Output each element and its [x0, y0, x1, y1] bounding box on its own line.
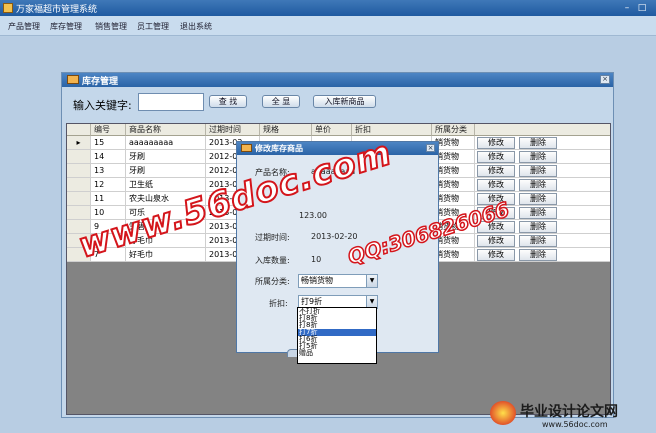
cell-actions: 修改 删除	[475, 234, 610, 248]
price-value[interactable]: 123.00	[299, 211, 327, 220]
folder-icon	[67, 75, 79, 84]
dropdown-option[interactable]: 赠品	[298, 350, 376, 357]
menu-staff-management[interactable]: 员工管理	[137, 21, 169, 32]
chevron-down-icon[interactable]: ▼	[366, 275, 377, 287]
menubar: 产品管理 库存管理 销售管理 员工管理 退出系统	[0, 16, 656, 36]
expiry-label: 过期时间:	[255, 233, 290, 242]
search-label: 输入关键字:	[73, 99, 132, 112]
search-button[interactable]: 查 找	[209, 95, 247, 108]
folder-icon	[241, 144, 252, 152]
close-icon[interactable]: ×	[426, 144, 435, 152]
edit-button[interactable]: 修改	[477, 137, 515, 149]
discount-selected-value: 打9折	[301, 297, 323, 306]
menu-sales-management[interactable]: 销售管理	[95, 21, 127, 32]
delete-button[interactable]: 删除	[519, 221, 557, 233]
delete-button[interactable]: 删除	[519, 151, 557, 163]
cell-actions: 修改 删除	[475, 248, 610, 262]
panel-title: 库存管理	[82, 77, 119, 87]
logo-emblem-icon	[490, 401, 516, 425]
logo-text: 毕业设计论文网	[520, 404, 618, 420]
panel-titlebar: 库存管理 ×	[62, 73, 613, 87]
delete-button[interactable]: 删除	[519, 249, 557, 261]
column-header-id[interactable]: 编号	[91, 124, 126, 136]
row-selector[interactable]	[67, 206, 91, 220]
menu-product-management[interactable]: 产品管理	[8, 21, 40, 32]
show-all-button[interactable]: 全 显	[262, 95, 300, 108]
cell-id: 13	[91, 164, 126, 178]
delete-button[interactable]: 删除	[519, 137, 557, 149]
edit-button[interactable]: 修改	[477, 235, 515, 247]
cell-id: 14	[91, 150, 126, 164]
column-header-name[interactable]: 商品名称	[126, 124, 206, 136]
column-header-spec[interactable]: 规格	[260, 124, 312, 136]
category-selected-value: 畅销货物	[301, 276, 333, 285]
logo-url: www.56doc.com	[542, 420, 608, 429]
close-icon[interactable]: ×	[600, 75, 610, 84]
search-input[interactable]	[138, 93, 204, 111]
column-header-category[interactable]: 所属分类	[432, 124, 475, 136]
row-selector[interactable]	[67, 192, 91, 206]
menu-inventory-management[interactable]: 库存管理	[50, 21, 82, 32]
delete-button[interactable]: 删除	[519, 207, 557, 219]
cell-id: 11	[91, 192, 126, 206]
column-header-actions	[475, 124, 610, 136]
quantity-label: 入库数量:	[255, 256, 290, 265]
cell-name: 卫生纸	[126, 178, 206, 192]
delete-button[interactable]: 删除	[519, 235, 557, 247]
menu-exit-system[interactable]: 退出系统	[180, 21, 212, 32]
app-icon	[3, 3, 13, 13]
delete-button[interactable]: 删除	[519, 165, 557, 177]
edit-button[interactable]: 修改	[477, 151, 515, 163]
edit-button[interactable]: 修改	[477, 165, 515, 177]
cell-id: 12	[91, 178, 126, 192]
delete-button[interactable]: 删除	[519, 193, 557, 205]
edit-button[interactable]: 修改	[477, 179, 515, 191]
cell-actions: 修改 删除	[475, 164, 610, 178]
window-title: 万家福超市管理系统	[16, 5, 98, 15]
expiry-value[interactable]: 2013-02-20	[311, 232, 358, 241]
cell-name: 牙刷	[126, 164, 206, 178]
row-selector[interactable]	[67, 150, 91, 164]
row-selector[interactable]: ▸	[67, 136, 91, 150]
category-select[interactable]: 畅销货物 ▼	[298, 274, 378, 288]
cell-actions: 修改 删除	[475, 178, 610, 192]
discount-dropdown-list: 不打折 打8折 打8折 打7折 打6折 打5折 赠品	[297, 307, 377, 364]
discount-label: 折扣:	[269, 299, 288, 308]
column-header-price[interactable]: 单价	[312, 124, 352, 136]
edit-button[interactable]: 修改	[477, 249, 515, 261]
cell-actions: 修改 删除	[475, 150, 610, 164]
dialog-title: 修改库存商品	[255, 144, 303, 153]
cell-actions: 修改 删除	[475, 136, 610, 150]
row-selector[interactable]	[67, 164, 91, 178]
row-selector[interactable]	[67, 178, 91, 192]
row-header-corner	[67, 124, 91, 136]
category-label: 所属分类:	[255, 277, 290, 286]
delete-button[interactable]: 删除	[519, 179, 557, 191]
column-header-expiry[interactable]: 过期时间	[206, 124, 260, 136]
minimize-icon[interactable]: –	[622, 3, 632, 13]
maximize-icon[interactable]: □	[637, 3, 647, 13]
quantity-value[interactable]: 10	[311, 255, 321, 264]
cell-name: aaaaaaaaa	[126, 136, 206, 150]
cell-id: 15	[91, 136, 126, 150]
window-titlebar: 万家福超市管理系统 – □	[0, 0, 656, 16]
add-product-button[interactable]: 入库新商品	[313, 95, 376, 108]
column-header-discount[interactable]: 折扣	[352, 124, 432, 136]
cell-name: 牙刷	[126, 150, 206, 164]
watermark-logo: 毕业设计论文网 www.56doc.com	[490, 399, 656, 433]
